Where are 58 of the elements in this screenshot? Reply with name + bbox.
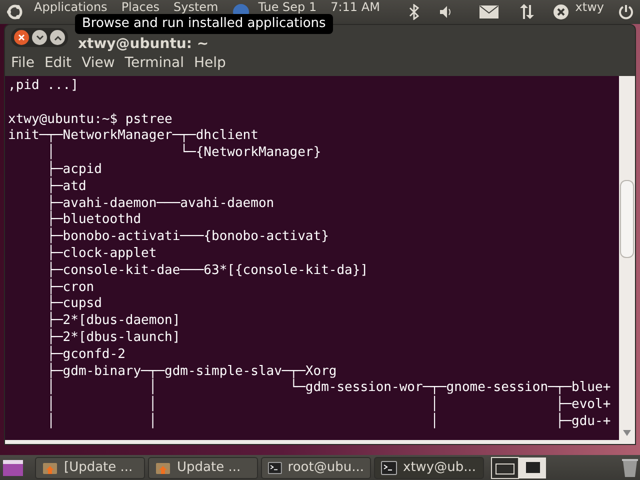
network-icon[interactable] bbox=[519, 4, 536, 20]
menu-item[interactable]: File bbox=[7, 55, 38, 71]
process-tree-line: │ │ └─gdm-session-wor─┬─gnome-session─┬─blue+ bbox=[46, 380, 612, 396]
taskbar-button[interactable]: xtwy@ub... bbox=[374, 456, 484, 478]
process-tree-line: ├─avahi-daemon───avahi-daemon bbox=[8, 196, 619, 212]
volume-icon[interactable] bbox=[439, 5, 454, 19]
taskbar-button[interactable]: root@ubu... bbox=[261, 456, 371, 478]
process-tree-line: ├─atd bbox=[46, 178, 86, 194]
panel-menu[interactable]: Places bbox=[121, 1, 160, 14]
window-title: xtwy@ubuntu: ~ bbox=[78, 37, 209, 52]
maximize-button[interactable] bbox=[50, 30, 65, 45]
minimize-icon bbox=[36, 34, 44, 40]
power-icon[interactable] bbox=[618, 4, 634, 20]
process-tree-line: ├─gdm-binary─┬─gdm-simple-slav─┬─Xorg bbox=[8, 364, 619, 380]
clock-text[interactable]: 7:11 AM bbox=[330, 1, 380, 14]
output-line: ,pid ...] bbox=[8, 78, 80, 95]
process-tree-line: init─┬─NetworkManager─┬─dhclient bbox=[8, 128, 258, 144]
panel-menu[interactable]: Applications bbox=[34, 1, 108, 14]
process-tree-line: ├─bluetoothd bbox=[46, 212, 142, 228]
user-name[interactable]: xtwy bbox=[575, 1, 604, 14]
trash-icon[interactable] bbox=[622, 458, 638, 478]
process-tree-line: ├─2*[dbus-launch] bbox=[46, 330, 182, 346]
taskbar-button[interactable]: [Update ... bbox=[35, 456, 145, 478]
scroll-down-icon[interactable] bbox=[623, 430, 631, 436]
terminal-icon bbox=[268, 460, 282, 474]
menu-item[interactable]: Help bbox=[190, 55, 230, 71]
process-tree-line: ├─2*[dbus-daemon] bbox=[46, 313, 182, 328]
minimize-button[interactable] bbox=[32, 30, 47, 45]
process-tree-line: │ │ │ ├─evol+ bbox=[46, 397, 612, 412]
mail-icon[interactable] bbox=[479, 5, 500, 19]
process-tree-line: ├─gconfd-2 bbox=[46, 346, 126, 362]
menu-item[interactable]: Edit bbox=[40, 55, 76, 71]
terminal-icon bbox=[381, 460, 397, 474]
show-desktop-icon[interactable] bbox=[2, 458, 24, 478]
panel-menu[interactable]: System bbox=[173, 1, 218, 14]
workspace-switcher-icon[interactable] bbox=[491, 456, 547, 478]
ubuntu-logo-icon[interactable] bbox=[6, 3, 24, 21]
process-tree-line: ├─cupsd bbox=[46, 296, 102, 312]
menu-item[interactable]: Terminal bbox=[120, 55, 188, 71]
scrollbar[interactable] bbox=[619, 76, 635, 440]
process-tree-line: │ │ │ ├─gdu-+ bbox=[46, 414, 612, 431]
process-tree-line: ├─cron bbox=[8, 280, 619, 296]
date-text[interactable]: Tue Sep 1 bbox=[258, 1, 317, 14]
close-button[interactable] bbox=[14, 30, 29, 45]
bluetooth-icon[interactable] bbox=[409, 4, 420, 20]
command-line: xtwy@ubuntu:~$ pstree bbox=[8, 112, 174, 128]
close-icon bbox=[18, 34, 25, 41]
scroll-thumb[interactable] bbox=[620, 180, 634, 258]
user-icon[interactable] bbox=[553, 4, 570, 20]
process-tree-line: ├─clock-applet bbox=[46, 246, 158, 262]
process-tree-line: ├─bonobo-activati───{bonobo-activat} bbox=[46, 229, 330, 244]
process-tree-line: ├─console-kit-dae───63*[{console-kit-da}] bbox=[46, 262, 370, 278]
taskbar-button[interactable]: Update ... bbox=[148, 456, 258, 478]
process-tree-line: ├─acpid bbox=[46, 162, 103, 178]
menu-item[interactable]: View bbox=[78, 55, 119, 71]
maximize-icon bbox=[54, 34, 62, 40]
process-tree-line: │ └─{NetworkManager} bbox=[47, 145, 322, 160]
tooltip: Browse and run installed applications bbox=[75, 14, 333, 34]
